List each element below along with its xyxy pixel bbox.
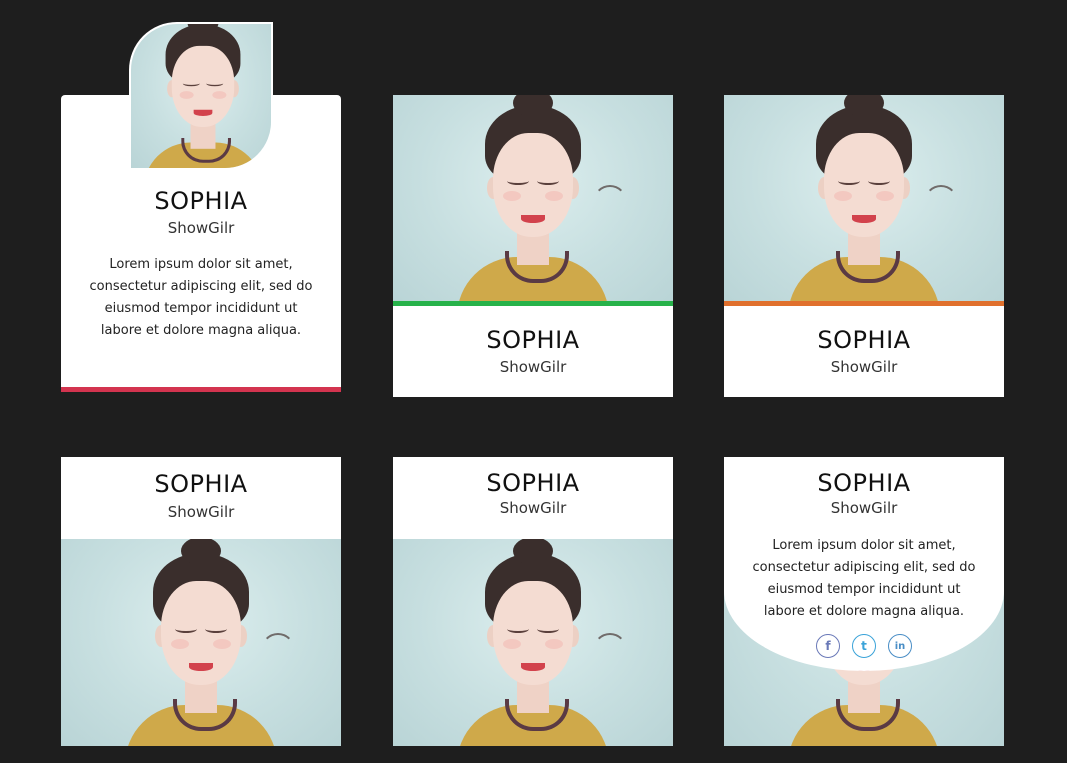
card-name: SOPHIA: [154, 187, 248, 215]
card-role: ShowGilr: [499, 358, 567, 376]
card-description: Lorem ipsum dolor sit amet, consectetur …: [89, 257, 313, 338]
profile-photo: [129, 22, 273, 170]
card-name: SOPHIA: [486, 326, 580, 354]
card-role: ShowGilr: [830, 499, 898, 517]
profile-card-2[interactable]: SOPHIA ShowGilr: [393, 95, 673, 397]
card-role: ShowGilr: [830, 358, 898, 376]
facebook-icon[interactable]: f: [816, 634, 840, 658]
twitter-icon[interactable]: t: [852, 634, 876, 658]
profile-photo: [61, 539, 341, 746]
profile-photo: [393, 95, 673, 305]
profile-card-4[interactable]: SOPHIA ShowGilr: [61, 457, 341, 746]
profile-card-1[interactable]: SOPHIA ShowGilr Lorem ipsum dolor sit am…: [61, 22, 341, 392]
profile-photo: [393, 539, 673, 746]
profile-card-6[interactable]: SOPHIA ShowGilr Lorem ipsum dolor sit am…: [724, 457, 1004, 746]
accent-bar: [724, 301, 1004, 306]
card-name: SOPHIA: [154, 470, 248, 498]
card-description: Lorem ipsum dolor sit amet, consectetur …: [752, 538, 976, 619]
card-role: ShowGilr: [167, 219, 235, 237]
card-name: SOPHIA: [817, 326, 911, 354]
profile-photo: [724, 95, 1004, 305]
card-role: ShowGilr: [167, 503, 235, 521]
linkedin-icon[interactable]: in: [888, 634, 912, 658]
accent-bar: [61, 387, 341, 392]
profile-card-3[interactable]: SOPHIA ShowGilr: [724, 95, 1004, 397]
card-name: SOPHIA: [486, 469, 580, 497]
profile-card-5[interactable]: SOPHIA ShowGilr: [393, 457, 673, 746]
card-name: SOPHIA: [817, 469, 911, 497]
card-role: ShowGilr: [499, 499, 567, 517]
accent-bar: [393, 301, 673, 306]
